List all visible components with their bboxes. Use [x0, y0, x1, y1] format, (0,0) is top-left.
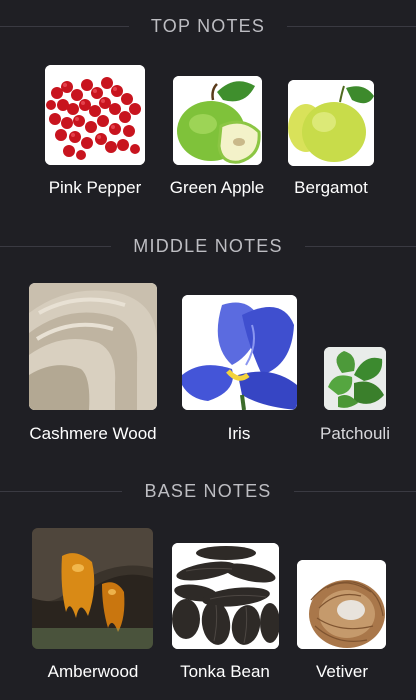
- tonka-bean-image[interactable]: [172, 543, 279, 649]
- divider-line: [304, 246, 416, 247]
- note-label-pink-pepper: Pink Pepper: [48, 178, 142, 197]
- section-header-top-notes: TOP NOTES: [0, 16, 416, 37]
- vetiver-image[interactable]: [297, 560, 386, 649]
- note-label-cashmere-wood: Cashmere Wood: [29, 424, 157, 443]
- divider-line: [287, 26, 416, 27]
- note-label-tonka-bean: Tonka Bean: [180, 662, 270, 681]
- section-title: TOP NOTES: [150, 16, 266, 36]
- note-label-green-apple: Green Apple: [169, 178, 265, 197]
- cashmere-wood-image[interactable]: [29, 283, 157, 410]
- section-title: MIDDLE NOTES: [133, 236, 283, 256]
- section-header-base-notes: BASE NOTES: [0, 481, 416, 502]
- note-label-iris: Iris: [227, 424, 251, 443]
- note-label-amberwood: Amberwood: [47, 662, 139, 681]
- amberwood-image[interactable]: [32, 528, 153, 649]
- section-title: BASE NOTES: [144, 481, 272, 501]
- iris-image[interactable]: [182, 295, 297, 410]
- divider-line: [0, 246, 112, 247]
- pink-pepper-image[interactable]: [45, 65, 145, 165]
- divider-line: [293, 491, 416, 492]
- note-label-patchouli: Patchouli: [320, 424, 390, 443]
- note-label-vetiver: Vetiver: [316, 662, 368, 681]
- green-apple-image[interactable]: [173, 76, 262, 165]
- bergamot-image[interactable]: [288, 80, 374, 166]
- patchouli-image[interactable]: [324, 347, 386, 410]
- section-header-middle-notes: MIDDLE NOTES: [0, 236, 416, 257]
- divider-line: [0, 491, 123, 492]
- note-label-bergamot: Bergamot: [294, 178, 368, 197]
- divider-line: [0, 26, 129, 27]
